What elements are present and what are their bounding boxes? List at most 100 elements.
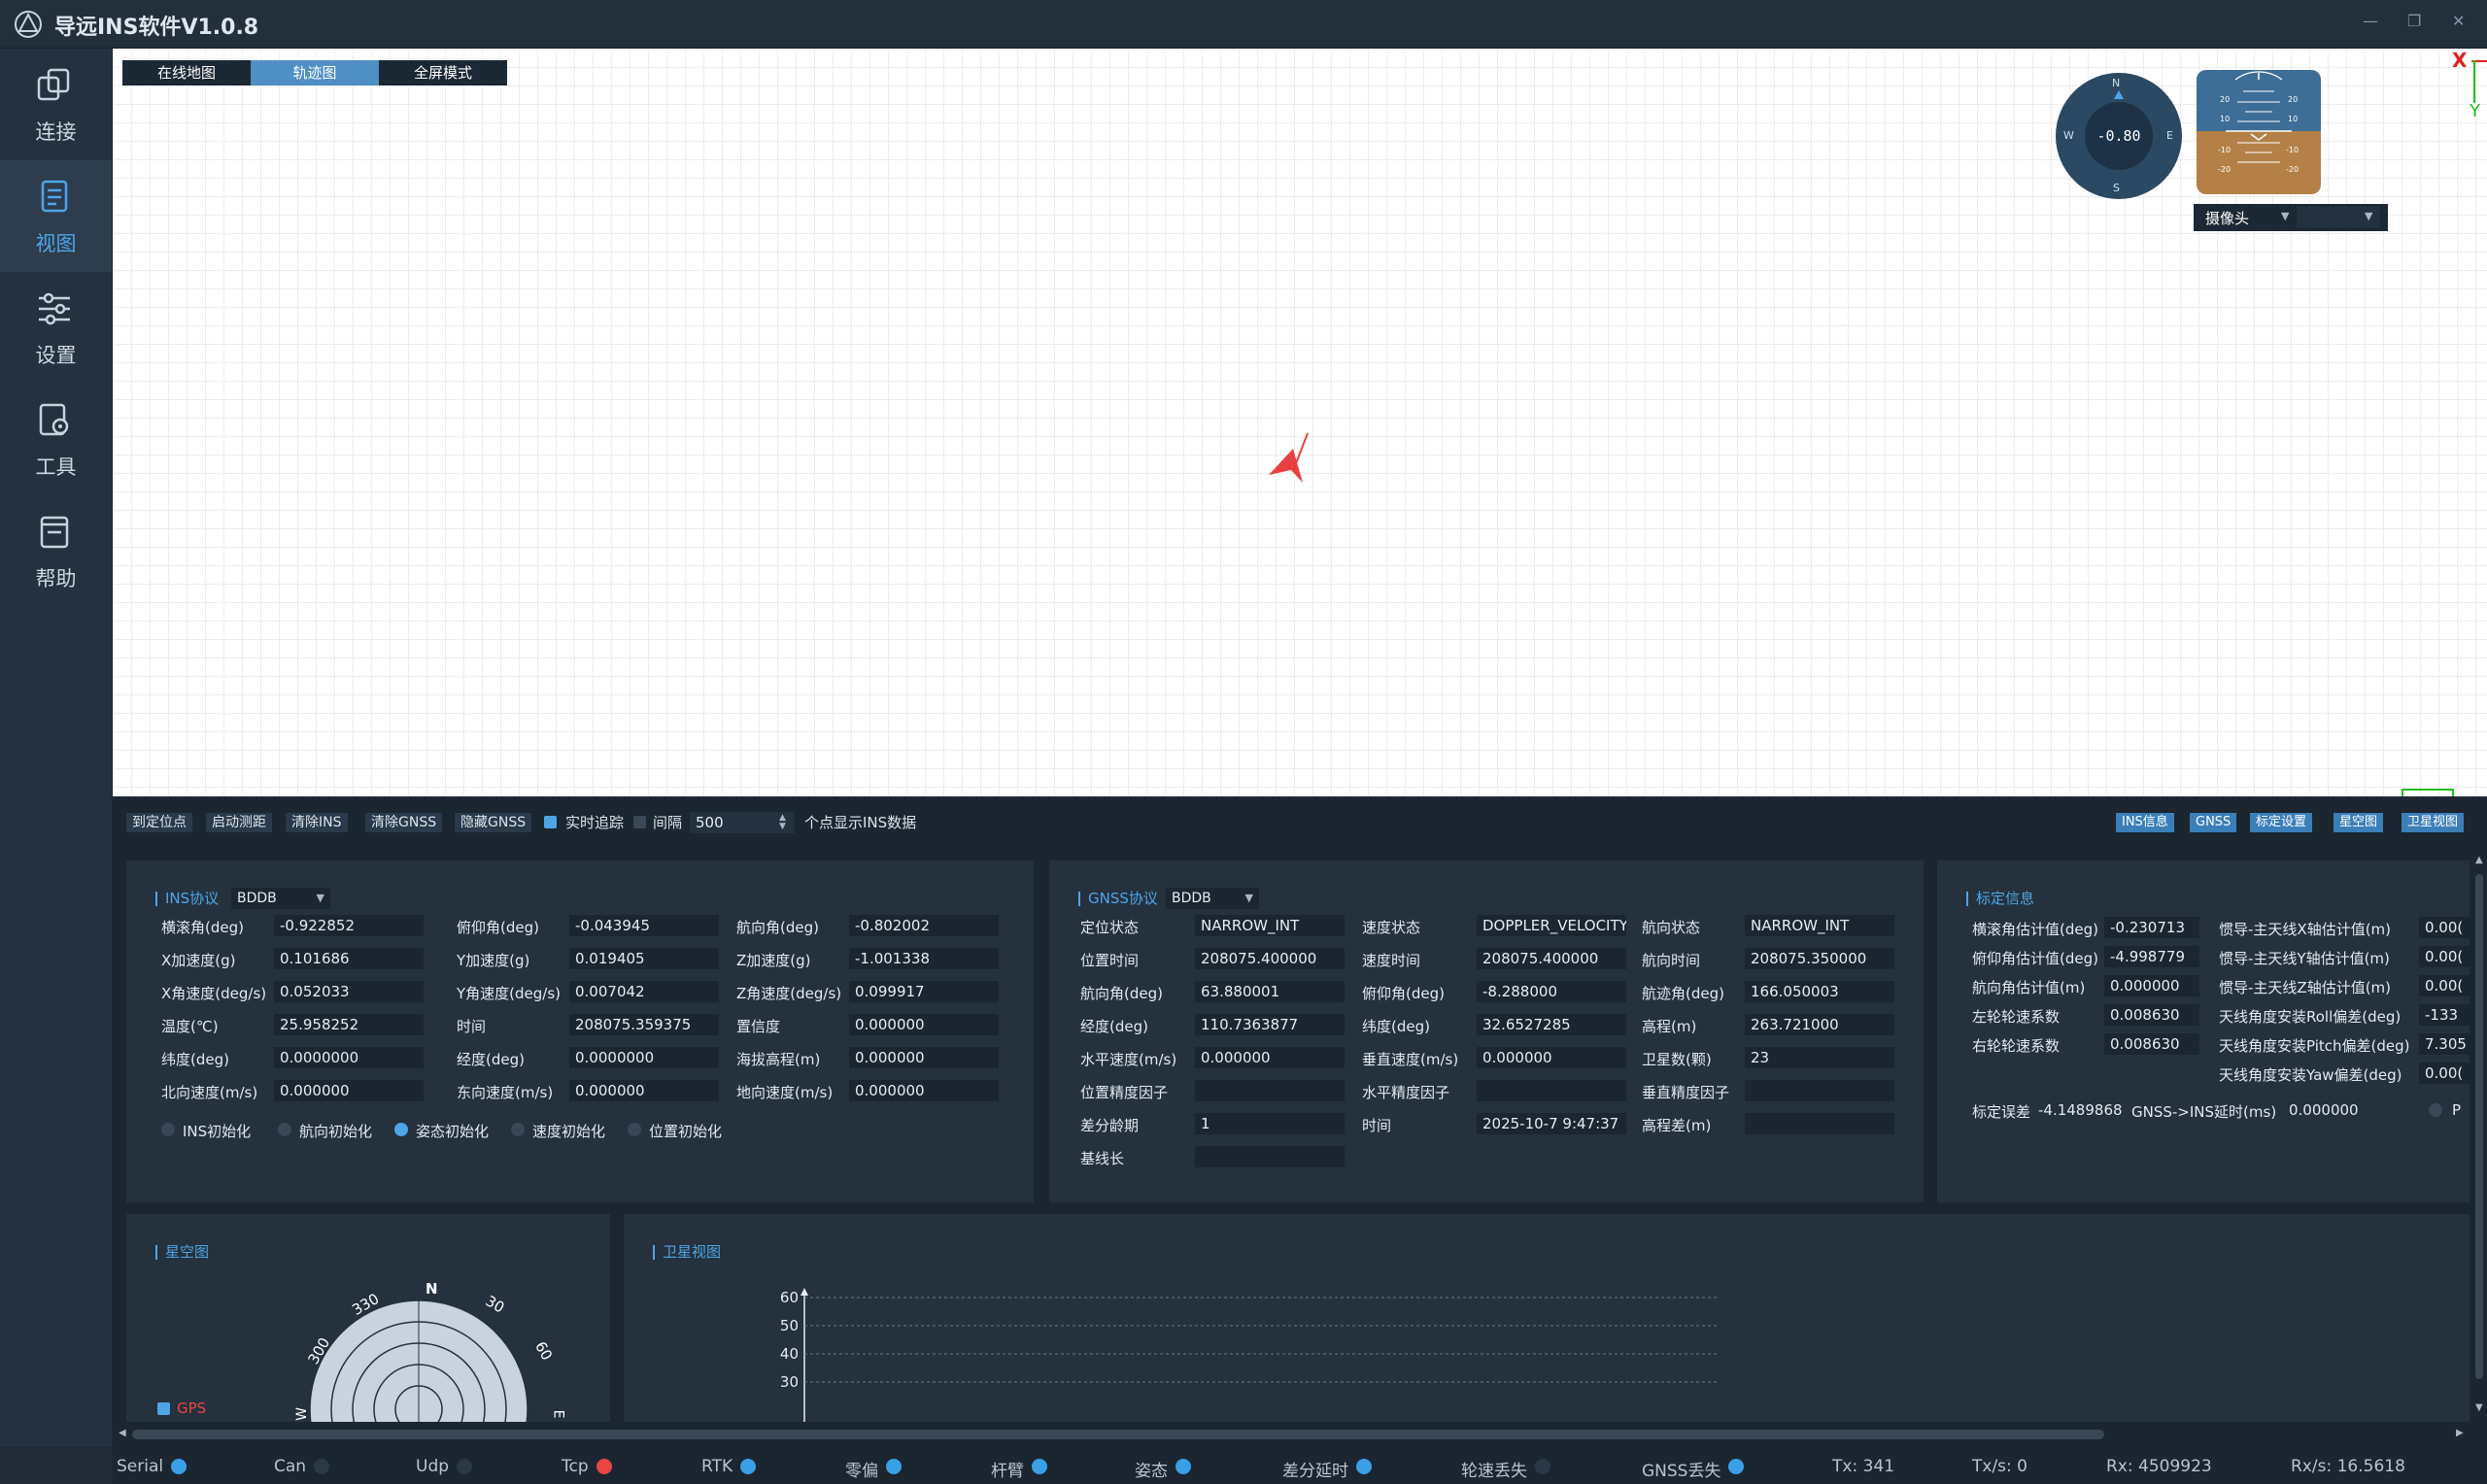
tab-trajectory[interactable]: 轨迹图: [251, 60, 379, 85]
status-indicator-dot: [1728, 1459, 1744, 1474]
gnss-field-value: 0.000000: [1477, 1047, 1626, 1068]
tab-online-map[interactable]: 在线地图: [122, 60, 251, 85]
minimize-icon[interactable]: —: [2363, 12, 2378, 30]
tab-fullscreen[interactable]: 全屏模式: [379, 60, 507, 85]
start-ranging-button[interactable]: 启动测距: [206, 813, 272, 832]
camera-select[interactable]: 摄像头 ▼ ▼: [2194, 204, 2388, 231]
ins-field-value: 0.000000: [849, 1047, 999, 1068]
gnss-field-label: 位置精度因子: [1080, 1084, 1169, 1101]
horizontal-scrollbar[interactable]: ◀ ▶: [113, 1426, 2473, 1443]
app-logo-icon: [15, 11, 42, 38]
clear-ins-button[interactable]: 清除INS: [286, 813, 348, 832]
gnss-button[interactable]: GNSS: [2190, 813, 2237, 832]
gps-checkbox[interactable]: [157, 1402, 170, 1415]
calib-field-label: 天线角度安装Roll偏差(deg): [2219, 1008, 2402, 1026]
status-label: 轮速丢失: [1461, 1462, 1527, 1481]
axis-y-label: Y: [2470, 101, 2480, 121]
ins-protocol-select[interactable]: BDDB ▼: [231, 888, 330, 909]
ins-field-label: X角速度(deg/s): [161, 985, 267, 1002]
satellite-bar-chart: 60 50 40 30: [780, 1288, 1720, 1422]
status-indicator-dot: [596, 1459, 612, 1474]
hide-gnss-button[interactable]: 隐藏GNSS: [455, 813, 532, 832]
calib-settings-button[interactable]: 标定设置: [2250, 813, 2313, 832]
skyview-button[interactable]: 星空图: [2334, 813, 2384, 832]
status-label: 零偏: [845, 1462, 878, 1481]
scroll-up-icon[interactable]: ▲: [2475, 855, 2483, 865]
gnss-field-value: 1: [1195, 1113, 1345, 1134]
status-label: RTK: [701, 1457, 733, 1476]
sidebar-item-connect[interactable]: 连接: [0, 49, 112, 160]
scroll-down-icon[interactable]: ▼: [2475, 1402, 2483, 1413]
sky-label-e: E: [550, 1409, 566, 1419]
compass-gauge: N S E W -0.80: [2056, 73, 2182, 199]
gnss-field-value: 208075.400000: [1477, 948, 1626, 969]
ins-field-label: 东向速度(m/s): [457, 1084, 554, 1101]
gnss-field-label: 航向时间: [1642, 952, 1701, 969]
ins-field-label: 北向速度(m/s): [161, 1084, 258, 1101]
satellite-view-button[interactable]: 卫星视图: [2402, 813, 2465, 832]
y-axis-arrow-icon: [801, 1288, 808, 1296]
calib-field-label: 横滚角估计值(deg): [1972, 921, 2098, 938]
ins-field-label: 俯仰角(deg): [457, 919, 539, 936]
book-icon: [40, 516, 69, 549]
interval-checkbox[interactable]: [633, 816, 646, 828]
gnss-field-label: 垂直精度因子: [1642, 1084, 1730, 1101]
calib-field-value: 0.00(: [2419, 946, 2470, 967]
sidebar-item-view[interactable]: 视图: [0, 160, 112, 272]
sidebar-item-tools[interactable]: 工具: [0, 384, 112, 495]
heading-value: -0.80: [2096, 127, 2141, 145]
restore-icon[interactable]: ❐: [2407, 12, 2421, 30]
ins-panel-title: INS协议: [155, 892, 219, 906]
sidebar-item-settings[interactable]: 设置: [0, 272, 112, 384]
calib-field-label: 左轮轮速系数: [1972, 1008, 2061, 1026]
calib-field-label: 右轮轮速系数: [1972, 1037, 2061, 1055]
sidebar-item-help[interactable]: 帮助: [0, 495, 112, 607]
ins-info-button[interactable]: INS信息: [2116, 813, 2174, 832]
scroll-thumb[interactable]: [2475, 874, 2483, 1379]
ins-field-value: 0.000000: [274, 1080, 424, 1101]
status-label: Udp: [416, 1457, 450, 1476]
gnss-field-value: 166.050003: [1745, 981, 1894, 1002]
status-indicator-dot: [1535, 1459, 1550, 1474]
chevron-down-icon: ▼: [316, 892, 324, 904]
ins-field-label: 地向速度(m/s): [736, 1084, 834, 1101]
status-label: 姿态: [1135, 1462, 1168, 1481]
y-tick-label: 60: [780, 1289, 799, 1306]
gnss-field-value: NARROW_INT: [1745, 915, 1894, 936]
gnss-field-value: 2025-10-7 9:47:37: [1477, 1113, 1626, 1134]
spinner-arrows-icon[interactable]: ▲ ▼: [779, 814, 786, 831]
calib-radio[interactable]: [2429, 1103, 2442, 1117]
trajectory-map[interactable]: 在线地图 轨迹图 全屏模式 N S E W -0.80 20 20 10 10 …: [113, 49, 2487, 796]
attitude-ladder-icon: [2226, 71, 2292, 163]
tools-icon: [39, 403, 69, 436]
gnss-protocol-select[interactable]: BDDB ▼: [1166, 888, 1259, 909]
chevron-down-icon: ▼: [2281, 210, 2290, 222]
gnss-field-value: [1745, 1113, 1894, 1134]
goto-position-button[interactable]: 到定位点: [126, 813, 192, 832]
gnss-field-label: 垂直速度(m/s): [1362, 1051, 1459, 1068]
gnss-field-label: 速度时间: [1362, 952, 1421, 969]
ins-field-label: 海拔高程(m): [736, 1051, 821, 1068]
interval-label: 间隔: [653, 814, 683, 831]
gnss-field-value: 0.000000: [1195, 1047, 1345, 1068]
sky-label-n: N: [426, 1280, 438, 1298]
close-icon[interactable]: ✕: [2452, 12, 2465, 30]
ins-field-label: 横滚角(deg): [161, 919, 244, 936]
realtime-tracking-checkbox[interactable]: [544, 816, 557, 828]
gnss-field-label: 基线长: [1080, 1150, 1125, 1167]
scroll-right-icon[interactable]: ▶: [2456, 1428, 2464, 1438]
ins-field-label: 时间: [457, 1018, 487, 1035]
vertical-scrollbar[interactable]: ▲ ▼: [2473, 855, 2485, 1428]
gnss-field-value: 208075.400000: [1195, 948, 1345, 969]
scroll-left-icon[interactable]: ◀: [119, 1428, 126, 1438]
interval-input[interactable]: 500 ▲ ▼: [690, 812, 795, 833]
status-indicator-dot: [886, 1459, 902, 1474]
gnss-field-value: 63.880001: [1195, 981, 1345, 1002]
status-indicator-dot: [1032, 1459, 1047, 1474]
gnss-ins-delay-label: GNSS->INS延时(ms): [2131, 1103, 2277, 1121]
ins-field-value: 0.000000: [849, 1014, 999, 1035]
hscroll-thumb[interactable]: [132, 1430, 2104, 1439]
app-title: 导远INS软件V1.0.8: [54, 16, 259, 40]
gnss-field-label: 定位状态: [1080, 919, 1140, 936]
clear-gnss-button[interactable]: 清除GNSS: [365, 813, 443, 832]
